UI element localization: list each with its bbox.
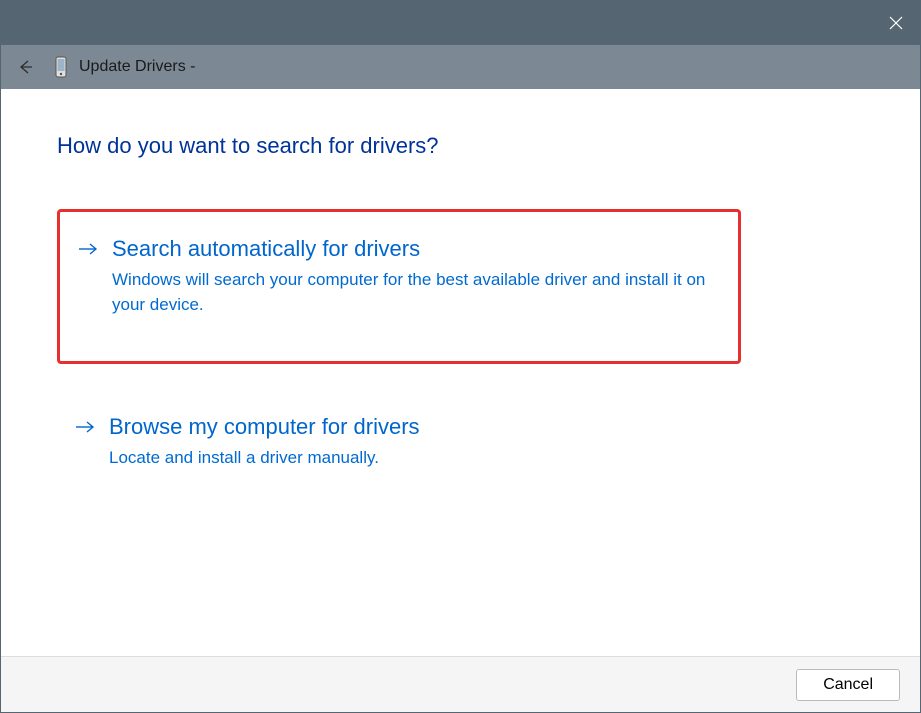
option-text: Browse my computer for drivers Locate an… bbox=[109, 414, 840, 471]
header-title-wrap: Update Drivers - bbox=[53, 56, 195, 78]
back-arrow-icon bbox=[16, 58, 34, 76]
arrow-right-icon bbox=[75, 418, 95, 441]
option-search-automatically[interactable]: Search automatically for drivers Windows… bbox=[57, 209, 741, 364]
arrow-right-icon bbox=[78, 240, 98, 263]
header-bar: Update Drivers - bbox=[1, 45, 920, 89]
footer-bar: Cancel bbox=[1, 656, 920, 712]
update-drivers-dialog: Update Drivers - How do you want to sear… bbox=[0, 0, 921, 713]
device-icon bbox=[53, 56, 69, 78]
option-browse-computer[interactable]: Browse my computer for drivers Locate an… bbox=[57, 394, 864, 495]
option-description: Windows will search your computer for th… bbox=[112, 268, 712, 317]
option-description: Locate and install a driver manually. bbox=[109, 446, 709, 471]
option-title: Search automatically for drivers bbox=[112, 236, 714, 262]
close-button[interactable] bbox=[872, 1, 920, 45]
option-text: Search automatically for drivers Windows… bbox=[112, 236, 714, 317]
close-icon bbox=[889, 16, 903, 30]
content-area: How do you want to search for drivers? S… bbox=[1, 89, 920, 656]
page-heading: How do you want to search for drivers? bbox=[57, 133, 864, 159]
titlebar bbox=[1, 1, 920, 45]
option-title: Browse my computer for drivers bbox=[109, 414, 840, 440]
window-title: Update Drivers - bbox=[79, 58, 195, 76]
cancel-button[interactable]: Cancel bbox=[796, 669, 900, 701]
back-button[interactable] bbox=[13, 55, 37, 79]
